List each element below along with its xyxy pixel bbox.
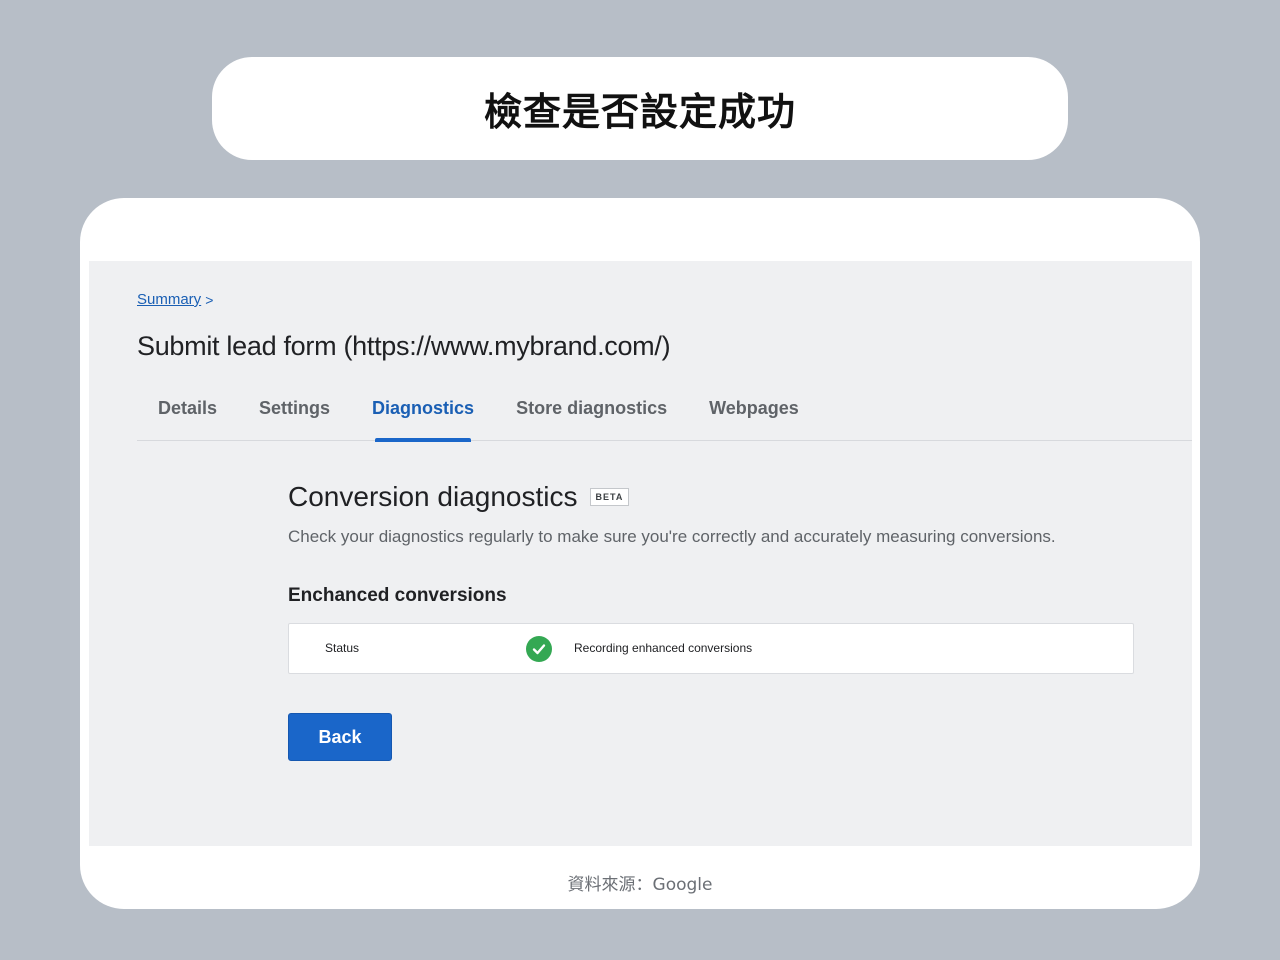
check-circle-icon: [526, 636, 552, 662]
enhanced-conversions-heading: Enchanced conversions: [288, 585, 507, 606]
chevron-right-icon: >: [205, 291, 214, 308]
tab-store-diagnostics[interactable]: Store diagnostics: [495, 393, 688, 441]
section-heading: Conversion diagnostics BETA: [288, 481, 1134, 513]
section-title: Conversion diagnostics: [288, 481, 578, 512]
slide-title: 檢查是否設定成功: [483, 90, 796, 134]
screenshot-card: Summary > Submit lead form (https://www.…: [80, 198, 1200, 909]
beta-badge: BETA: [589, 488, 630, 506]
conversion-diagnostics-section: Conversion diagnostics BETA Check your d…: [288, 481, 1134, 761]
google-ads-screenshot: Summary > Submit lead form (https://www.…: [89, 261, 1192, 846]
tab-details[interactable]: Details: [137, 393, 238, 441]
breadcrumb-summary-link[interactable]: Summary: [137, 291, 201, 308]
section-description: Check your diagnostics regularly to make…: [288, 527, 1056, 546]
status-value: Recording enhanced conversions: [574, 641, 753, 655]
slide-title-banner: 檢查是否設定成功: [212, 57, 1068, 160]
tab-diagnostics[interactable]: Diagnostics: [351, 393, 495, 442]
tab-bar: Details Settings Diagnostics Store diagn…: [137, 393, 1192, 442]
page-title: Submit lead form (https://www.mybrand.co…: [137, 331, 671, 361]
back-button[interactable]: Back: [288, 713, 392, 761]
status-row: Status Recording enhanced conversions: [288, 623, 1134, 674]
source-caption: 資料來源：Google: [567, 875, 713, 895]
tab-webpages[interactable]: Webpages: [688, 393, 820, 441]
status-label: Status: [325, 641, 360, 655]
tab-settings[interactable]: Settings: [238, 393, 351, 441]
breadcrumb: Summary >: [137, 291, 213, 308]
